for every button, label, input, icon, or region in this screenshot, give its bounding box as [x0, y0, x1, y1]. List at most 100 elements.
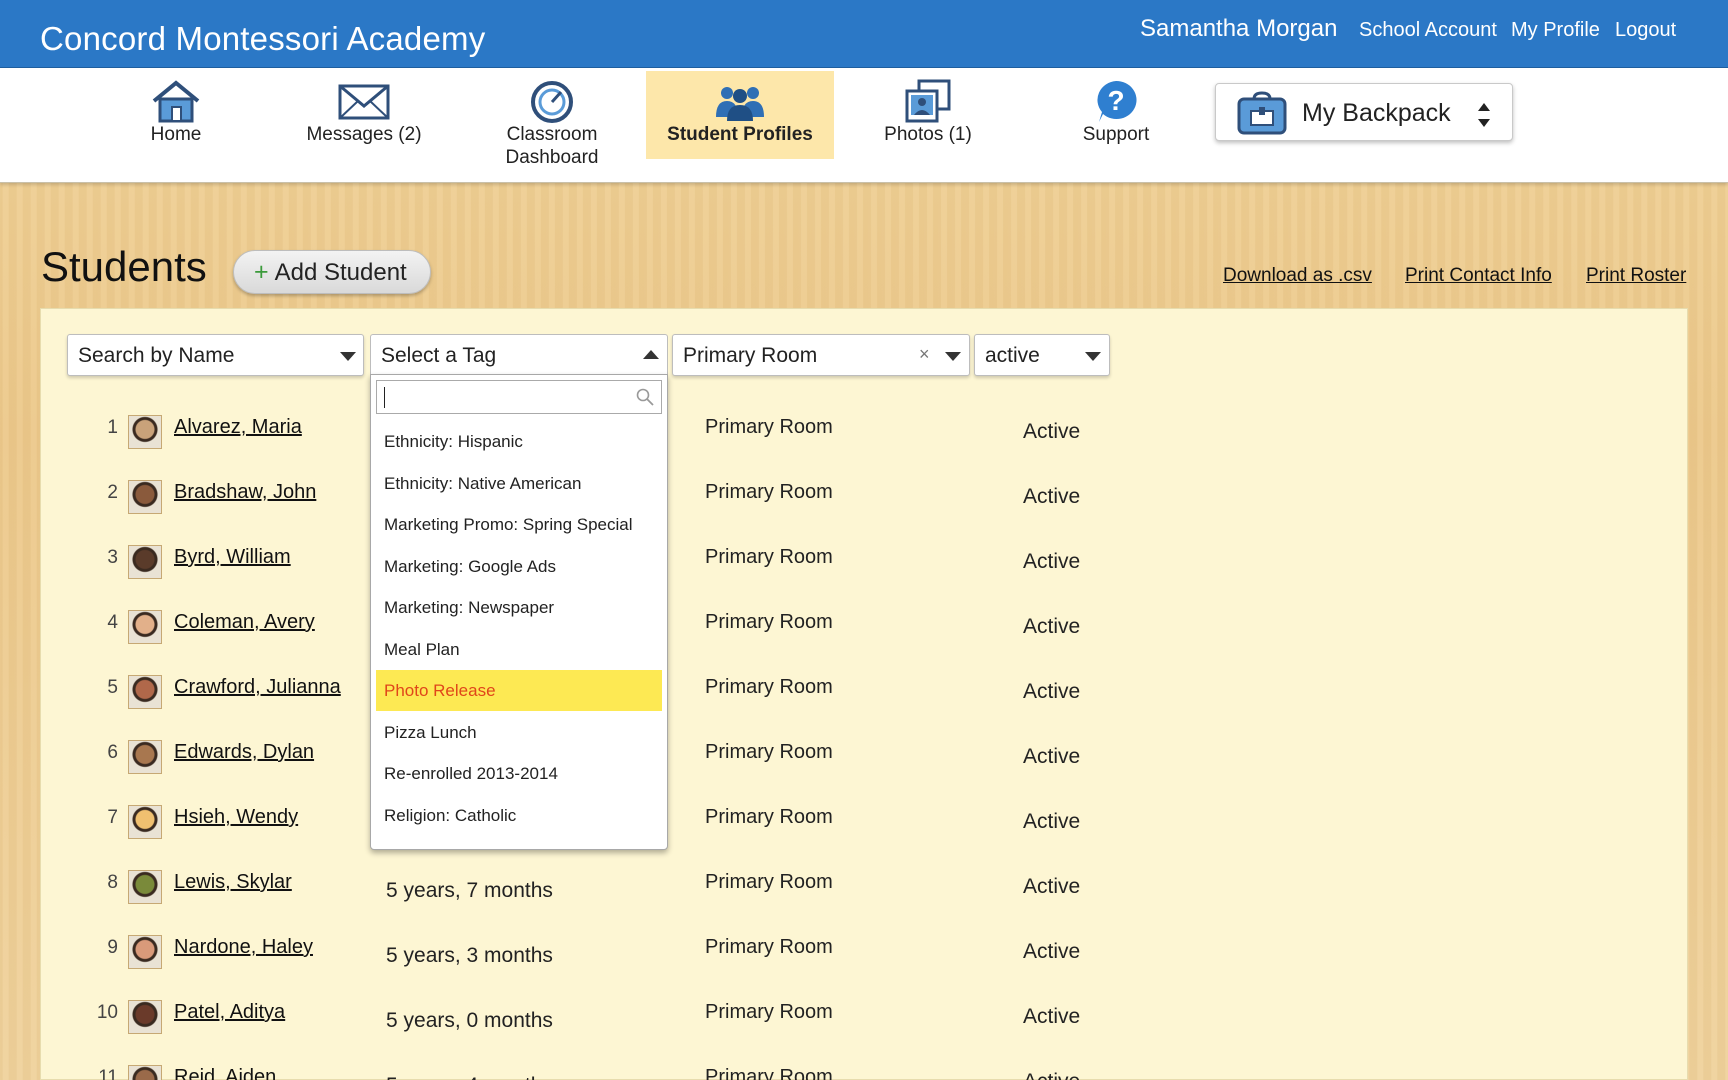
- student-status: Active: [1023, 940, 1081, 963]
- student-status: Active: [1023, 875, 1081, 898]
- home-icon: [152, 80, 200, 123]
- student-age: 5 years, 0 months: [386, 1009, 553, 1032]
- nav-classroom-dashboard[interactable]: Classroom Dashboard: [458, 71, 646, 168]
- student-name-link[interactable]: Bradshaw, John: [174, 481, 316, 504]
- print-roster-link[interactable]: Print Roster: [1586, 265, 1686, 287]
- student-room: Primary Room: [705, 806, 833, 828]
- student-age: 5 years, 4 months: [386, 1074, 553, 1080]
- chevron-down-icon: [340, 352, 356, 361]
- student-status: Active: [1023, 420, 1081, 443]
- table-row: 4 Coleman, Avery Primary Room Active: [40, 598, 1688, 658]
- table-row: 1 Alvarez, Maria Primary Room Active: [40, 403, 1688, 463]
- row-number: 10: [96, 1002, 118, 1023]
- student-name-link[interactable]: Crawford, Julianna: [174, 676, 341, 699]
- student-age: 5 years, 3 months: [386, 944, 553, 967]
- table-row: 6 Edwards, Dylan Primary Room Active: [40, 728, 1688, 788]
- table-row: 8 Lewis, Skylar 5 years, 7 months Primary R…: [40, 858, 1688, 918]
- student-age: 5 years, 7 months: [386, 879, 553, 902]
- student-room: Primary Room: [705, 611, 833, 633]
- row-number: 2: [107, 482, 118, 503]
- room-select-text: Primary Room: [683, 344, 818, 367]
- table-row: 10 Patel, Aditya 5 years, 0 months Primary …: [40, 988, 1688, 1048]
- student-room: Primary Room: [705, 1066, 833, 1080]
- student-name-link[interactable]: Byrd, William: [174, 546, 291, 569]
- my-profile-link[interactable]: My Profile: [1511, 19, 1600, 42]
- nav-home[interactable]: Home: [82, 71, 270, 159]
- tag-option[interactable]: Marketing: Google Ads: [376, 546, 662, 587]
- user-name: Samantha Morgan: [1140, 15, 1338, 42]
- table-row: 2 Bradshaw, John Primary Room Active: [40, 468, 1688, 528]
- nav-label-student-profiles: Student Profiles: [667, 124, 813, 145]
- add-student-button[interactable]: + Add Student: [233, 250, 431, 294]
- student-status: Active: [1023, 550, 1081, 573]
- student-name-link[interactable]: Lewis, Skylar: [174, 871, 292, 894]
- room-select[interactable]: Primary Room ×: [672, 334, 970, 376]
- student-room: Primary Room: [705, 416, 833, 438]
- tag-option[interactable]: Marketing: Newspaper: [376, 587, 662, 628]
- tag-option[interactable]: Ethnicity: Hispanic: [376, 421, 662, 462]
- tag-option[interactable]: Marketing Promo: Spring Special: [376, 504, 662, 545]
- row-number: 3: [107, 547, 118, 568]
- nav-student-profiles[interactable]: Student Profiles: [646, 71, 834, 159]
- page-title: Students: [41, 243, 207, 290]
- student-name-link[interactable]: Coleman, Avery: [174, 611, 315, 634]
- student-name-link[interactable]: Alvarez, Maria: [174, 416, 302, 439]
- table-row: 5 Crawford, Julianna Primary Room Active: [40, 663, 1688, 723]
- add-student-label: Add Student: [274, 258, 407, 286]
- chevron-up-icon: [643, 350, 659, 359]
- student-name-link[interactable]: Hsieh, Wendy: [174, 806, 298, 829]
- nav-photos[interactable]: Photos (1): [834, 71, 1022, 159]
- student-status: Active: [1023, 680, 1081, 703]
- top-bar: Concord Montessori Academy Samantha Morg…: [0, 0, 1728, 68]
- student-status: Active: [1023, 485, 1081, 508]
- tag-select[interactable]: Select a Tag: [370, 334, 668, 376]
- avatar: [128, 545, 162, 579]
- nav-label-dashboard: Classroom Dashboard: [505, 124, 599, 168]
- tag-option[interactable]: Re-enrolled 2013-2014: [376, 753, 662, 794]
- student-room: Primary Room: [705, 481, 833, 503]
- student-room: Primary Room: [705, 871, 833, 893]
- student-room: Primary Room: [705, 741, 833, 763]
- name-search-select[interactable]: Search by Name: [67, 334, 364, 376]
- student-room: Primary Room: [705, 1001, 833, 1023]
- tag-option[interactable]: Religion: Catholic: [376, 795, 662, 836]
- student-status: Active: [1023, 745, 1081, 768]
- avatar: [128, 870, 162, 904]
- student-name-link[interactable]: Reid, Aiden: [174, 1066, 276, 1080]
- table-row: 9 Nardone, Haley 5 years, 3 months Primary …: [40, 923, 1688, 983]
- student-name-link[interactable]: Edwards, Dylan: [174, 741, 314, 764]
- nav-label-messages: Messages (2): [306, 124, 422, 145]
- nav-messages[interactable]: Messages (2): [270, 71, 458, 159]
- tag-select-text: Select a Tag: [381, 344, 497, 367]
- student-status: Active: [1023, 1005, 1081, 1028]
- clear-icon[interactable]: ×: [919, 344, 930, 365]
- tag-dropdown: Ethnicity: Hispanic Ethnicity: Native Ame…: [370, 374, 668, 850]
- tag-option[interactable]: Photo Release: [376, 670, 662, 711]
- tag-option[interactable]: Ethnicity: Native American: [376, 463, 662, 504]
- logout-link[interactable]: Logout: [1615, 19, 1676, 42]
- text-cursor: [384, 387, 385, 408]
- student-status: Active: [1023, 810, 1081, 833]
- nav-support[interactable]: ? Support: [1022, 71, 1210, 159]
- row-number: 7: [107, 807, 118, 828]
- backpack-icon: [1237, 91, 1287, 135]
- download-csv-link[interactable]: Download as .csv: [1223, 265, 1372, 287]
- print-contact-info-link[interactable]: Print Contact Info: [1405, 265, 1552, 287]
- student-status: Active: [1023, 1070, 1080, 1080]
- row-number: 6: [107, 742, 118, 763]
- avatar: [128, 740, 162, 774]
- student-name-link[interactable]: Nardone, Haley: [174, 936, 313, 959]
- avatar: [128, 805, 162, 839]
- nav-label-home: Home: [150, 124, 202, 145]
- status-select[interactable]: active: [974, 334, 1110, 376]
- tag-option[interactable]: Meal Plan: [376, 629, 662, 670]
- row-number: 9: [107, 937, 118, 958]
- school-account-link[interactable]: School Account: [1359, 19, 1497, 42]
- plus-icon: +: [254, 257, 269, 286]
- my-backpack-selector[interactable]: My Backpack: [1215, 83, 1513, 141]
- student-name-link[interactable]: Patel, Aditya: [174, 1001, 285, 1024]
- tag-search-input[interactable]: [376, 380, 662, 414]
- tag-option[interactable]: Pizza Lunch: [376, 712, 662, 753]
- avatar: [128, 415, 162, 449]
- student-status: Active: [1023, 615, 1081, 638]
